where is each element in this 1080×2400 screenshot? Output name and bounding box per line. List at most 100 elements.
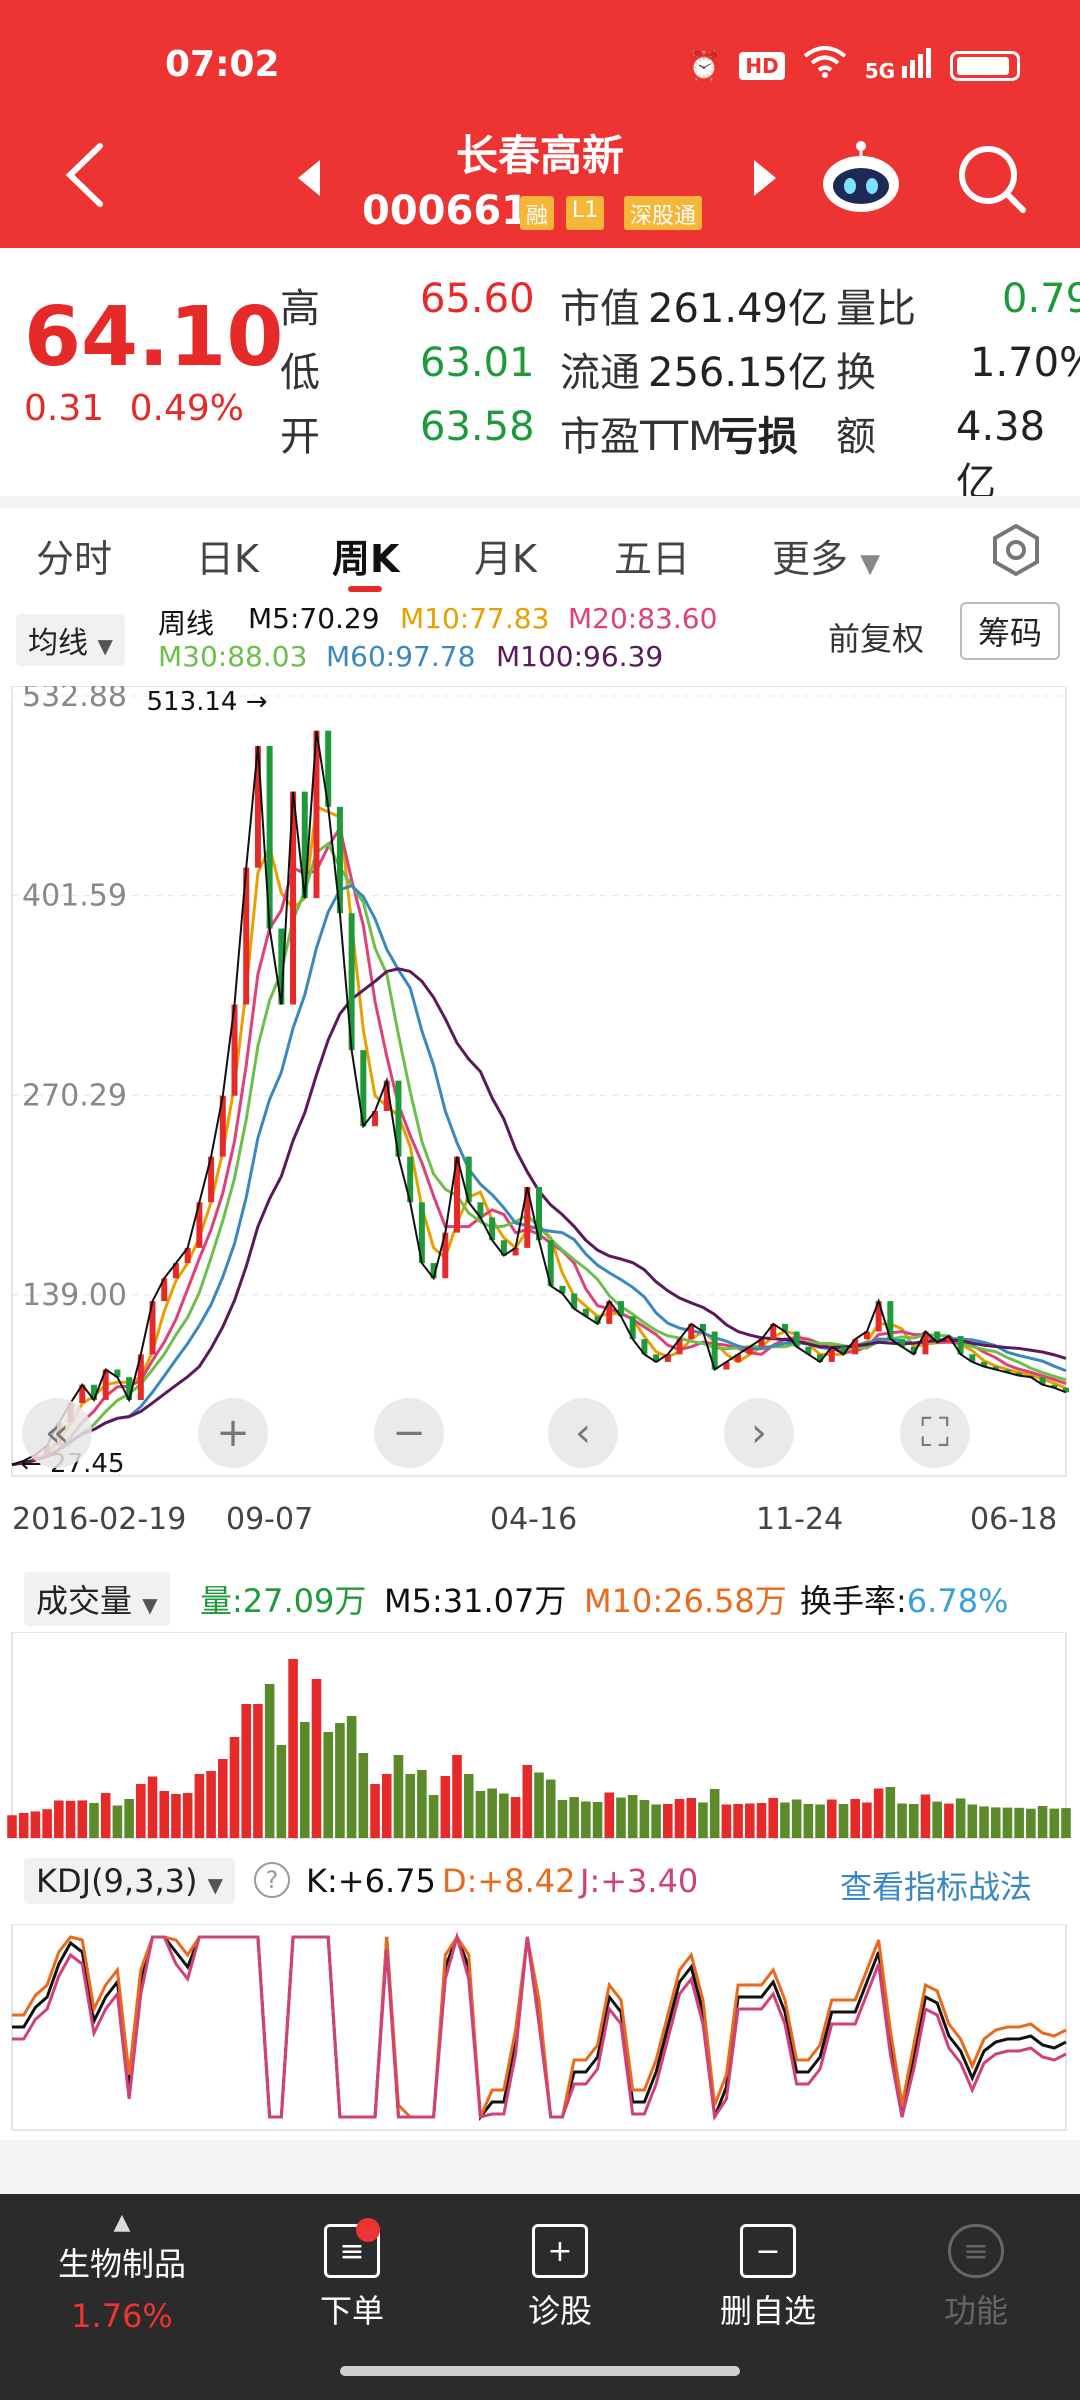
volume-bar [346,1716,357,1838]
y-tick-label: 401.59 [22,879,127,914]
settings-icon[interactable] [988,522,1044,582]
volume-bar [1002,1807,1013,1838]
sector-indicator[interactable]: ▲ 生物制品 1.76% [22,2210,222,2335]
order-button[interactable]: ≡ 下单 [252,2224,452,2332]
level-tag: L1 [566,196,605,230]
home-indicator[interactable] [340,2366,740,2376]
volume-bar [358,1753,369,1838]
volume-ratio-label: 量比 [836,286,916,332]
volume-bar [745,1803,755,1838]
volume-bar [288,1659,298,1838]
stock-name: 长春高新 [455,131,624,180]
hd-badge: HD [739,51,785,80]
ma20-value: M20:83.60 [568,602,718,635]
sector-percent: 1.76% [71,2297,173,2335]
x-label-3: 04-16 [490,1502,578,1537]
scroll-right-button[interactable]: › [724,1398,794,1468]
volume-bar [323,1732,333,1838]
volume-bar [100,1793,111,1838]
kdj-j: J:+3.40 [580,1862,699,1900]
notification-dot [356,2218,380,2242]
volume-bar [299,1722,310,1838]
volume-bar [557,1800,568,1838]
volume-bar [206,1771,216,1838]
volume-bar [77,1800,88,1838]
status-time: 07:02 [165,44,280,85]
sector-name: 生物制品 [57,2245,186,2283]
kdj-chart [11,1924,1067,2131]
volume-bar [768,1798,779,1838]
volume-bar [850,1799,860,1838]
function-button[interactable]: ≡ 功能 [876,2224,1076,2332]
tab-weekly-k[interactable]: 周K [332,528,399,583]
rewind-button[interactable]: « [22,1398,92,1468]
volume-bar [229,1737,240,1838]
volume-bar [592,1802,603,1838]
diagnose-icon: + [532,2224,588,2278]
function-label: 功能 [943,2292,1008,2330]
adjust-mode[interactable]: 前复权 [828,614,924,660]
max-price-label: 513.14 → [146,687,267,717]
turnover-rate-label: 换手率: [800,1582,907,1620]
tab-intraday[interactable]: 分时 [36,528,112,583]
volume-bar [124,1799,134,1838]
float-cap-label: 流通 [560,350,640,396]
volume-bar [967,1804,978,1838]
volume-bar [65,1800,76,1838]
volume-bar [1049,1808,1060,1838]
prev-stock-button[interactable] [296,158,322,207]
volume-bar [920,1794,931,1838]
volume-bar [253,1704,263,1838]
kdj-dropdown[interactable]: KDJ(9,3,3) ▼ [24,1858,236,1904]
ma-dropdown[interactable]: 均线 ▼ [16,614,125,666]
search-icon[interactable] [955,142,1029,216]
zoom-out-button[interactable]: − [374,1398,444,1468]
remove-watchlist-button[interactable]: − 删自选 [668,2224,868,2332]
volume-bar [147,1776,158,1838]
robot-assistant-icon[interactable] [820,138,902,214]
volume-bar [1037,1806,1048,1838]
volume-bar [1026,1808,1036,1838]
app-header: 07:02 ⏰ HD 5G 长春高新 000661 融 L1 深股通 [0,0,1080,248]
chevron-down-icon: ▼ [142,1593,158,1617]
volume-bar [194,1774,205,1838]
tab-more[interactable]: 更多 ▼ [772,528,880,583]
tab-five-day[interactable]: 五日 [614,528,690,583]
volume-chart [7,1632,1071,1839]
volume-bar [674,1799,685,1838]
volume-bar [651,1804,661,1838]
tab-daily-k[interactable]: 日K [196,528,259,583]
period-tabs: 分时 日K 周K 月K 五日 更多 ▼ [0,496,1080,592]
volume-bar [733,1804,743,1838]
volume-bar [862,1802,872,1838]
diagnose-button[interactable]: + 诊股 [460,2224,660,2332]
volume-bar [873,1788,884,1838]
fullscreen-button[interactable]: ⛶ [900,1398,970,1468]
next-stock-button[interactable] [752,158,778,207]
turnover-label: 换 [836,350,876,396]
volume-bar [616,1797,626,1838]
volume-bar [241,1704,252,1838]
volume-header: 成交量 ▼ 量:27.09万 M5:31.07万 M10:26.58万 换手率:… [0,1560,1080,1632]
ma60-value: M60:97.78 [326,640,476,673]
volume-bar [264,1684,275,1838]
volume-dropdown[interactable]: 成交量 ▼ [24,1572,170,1626]
battery-icon [950,50,1020,81]
volume-bar [826,1799,837,1838]
volume-bar [311,1679,322,1838]
back-button[interactable] [60,140,110,216]
volume-bar [18,1812,29,1838]
chevron-down-icon: ▼ [97,634,113,658]
indicator-strategy-link[interactable]: 查看指标战法 [840,1862,1032,1908]
change-percent: 0.49% [129,388,244,429]
separator [0,2140,1080,2194]
help-icon[interactable]: ? [254,1862,290,1898]
tab-monthly-k[interactable]: 月K [474,528,537,583]
ma-dropdown-label: 均线 [28,626,88,661]
volume-bar [171,1794,181,1838]
chips-button[interactable]: 筹码 [960,602,1061,660]
volume-bar [30,1811,41,1838]
scroll-left-button[interactable]: ‹ [548,1398,618,1468]
zoom-in-button[interactable]: + [198,1398,268,1468]
change-value: 0.31 [24,388,105,429]
